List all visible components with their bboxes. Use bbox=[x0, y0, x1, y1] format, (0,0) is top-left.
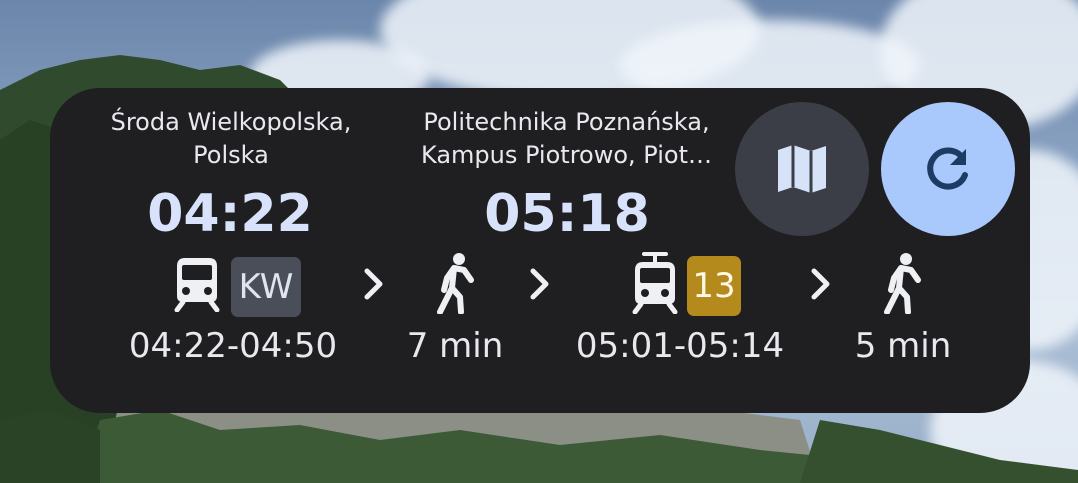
map-icon bbox=[778, 145, 826, 193]
walk-icon bbox=[884, 253, 921, 314]
walk-icon bbox=[437, 253, 474, 314]
chevron-right-icon bbox=[364, 268, 383, 300]
refresh-icon bbox=[927, 147, 968, 190]
destination-name-line2: Kampus Piotrowo, Piot… bbox=[421, 141, 712, 169]
trip-widget[interactable]: Środa Wielkopolska, Polska 04:22 Politec… bbox=[50, 88, 1030, 413]
destination-name-line1: Politechnika Poznańska, bbox=[423, 108, 710, 136]
chevron-right-icon bbox=[530, 268, 549, 300]
tram-icon bbox=[632, 252, 678, 314]
origin-name: Środa Wielkopolska, Polska bbox=[100, 106, 362, 172]
refresh-button[interactable] bbox=[881, 102, 1015, 236]
arrival-time: 05:18 bbox=[484, 184, 650, 244]
tram-time-range: 05:01-05:14 bbox=[575, 326, 785, 366]
tram-line-badge: 13 bbox=[687, 256, 741, 316]
departure-time: 04:22 bbox=[147, 184, 313, 244]
destination-name: Politechnika Poznańska, Kampus Piotrowo,… bbox=[400, 106, 733, 172]
train-icon bbox=[174, 258, 220, 312]
walk-duration: 7 min bbox=[406, 326, 504, 366]
origin-name-line2: Polska bbox=[193, 141, 269, 169]
train-line-badge: KW bbox=[231, 257, 301, 317]
train-time-range: 04:22-04:50 bbox=[128, 326, 338, 366]
origin-name-line1: Środa Wielkopolska, bbox=[110, 108, 352, 136]
walk-duration: 5 min bbox=[854, 326, 952, 366]
map-button[interactable] bbox=[735, 102, 869, 236]
chevron-right-icon bbox=[811, 268, 830, 300]
